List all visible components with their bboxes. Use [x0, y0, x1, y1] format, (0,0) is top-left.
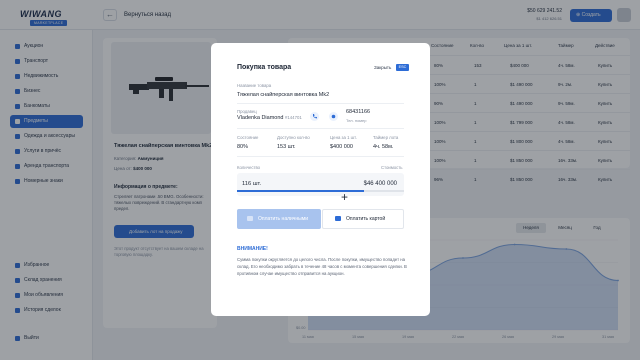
stat-value: 80%	[237, 144, 249, 150]
warning-text: Сумма покупки округляется до целого числ…	[237, 257, 407, 276]
phone-value: 68431166	[346, 109, 371, 115]
stat-value: 153 шт.	[277, 144, 296, 150]
seller-name: Vladenka Diamond #144701	[237, 115, 302, 121]
seller-id: #144701	[285, 115, 302, 120]
stat-value: 4ч. 58м.	[373, 144, 394, 150]
stat-label: Таймер лота	[373, 135, 399, 140]
warning-heading: ВНИМАНИЕ!	[237, 246, 268, 252]
crosshair-cursor-icon: +	[341, 190, 349, 204]
pay-cash-label: Оплатить наличными	[258, 216, 308, 222]
phone-icon[interactable]	[310, 112, 319, 121]
divider	[237, 128, 404, 129]
qty-value: 116 шт.	[242, 181, 262, 187]
seller-label: Продавец	[237, 109, 257, 114]
divider	[237, 156, 404, 157]
message-glyph	[331, 114, 336, 119]
cost-value: $46 400 000	[363, 181, 397, 187]
pay-cash-button[interactable]: Оплатить наличными	[237, 209, 321, 229]
stat-value: $400 000	[330, 144, 353, 150]
stat-label: Состояние	[237, 135, 259, 140]
item-name-label: Название товара	[237, 83, 272, 88]
message-icon[interactable]	[329, 112, 338, 121]
seller-name-text: Vladenka Diamond	[237, 115, 284, 121]
cash-icon	[247, 216, 253, 221]
qty-label: Количество	[237, 165, 261, 170]
item-name: Тяжелая снайперская винтовка Mk2	[237, 92, 330, 98]
close-label[interactable]: Закрыть	[374, 65, 391, 70]
phone-glyph	[313, 114, 317, 119]
card-icon	[335, 216, 341, 221]
stat-label: Доступно кол-во	[277, 135, 310, 140]
stat-label: Цена за 1 шт.	[330, 135, 357, 140]
phone-label: Тел. номер	[346, 118, 367, 123]
pay-card-label: Оплатить картой	[346, 216, 386, 222]
esc-button[interactable]: ESC	[396, 64, 409, 71]
divider	[237, 103, 404, 104]
purchase-modal: Покупка товара Закрыть ESC Название това…	[211, 43, 430, 316]
cost-label: Стоимость	[381, 165, 403, 170]
modal-title: Покупка товара	[237, 64, 292, 71]
pay-card-button[interactable]: Оплатить картой	[322, 209, 404, 229]
